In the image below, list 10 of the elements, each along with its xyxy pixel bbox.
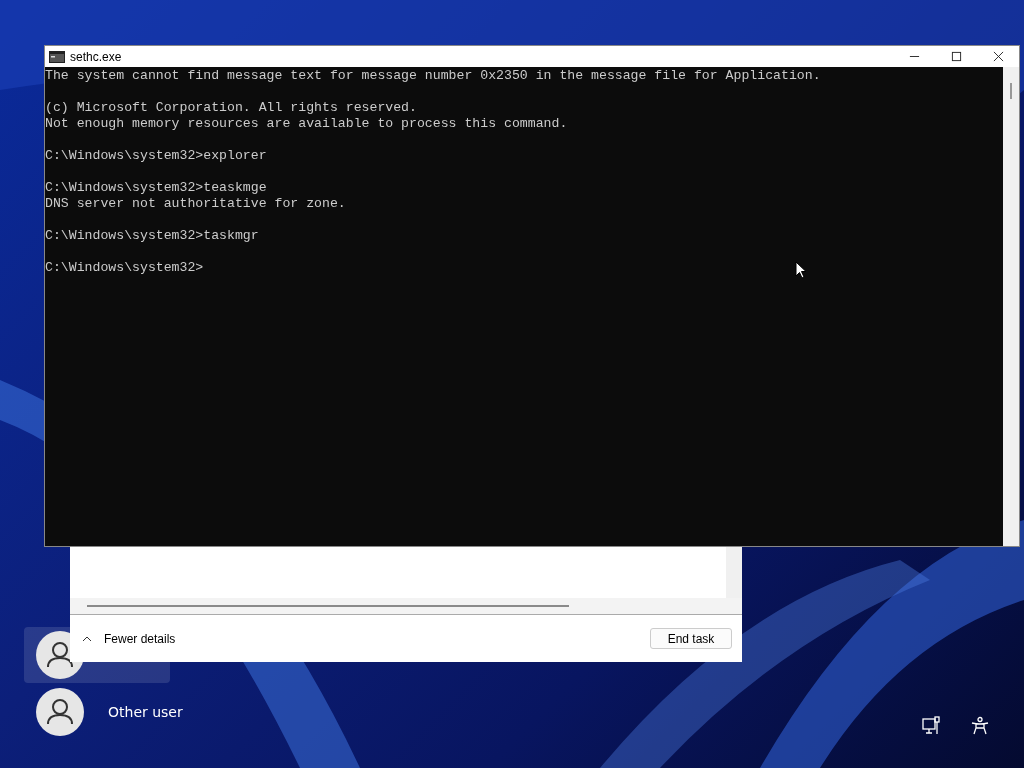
console-line: C:\Windows\system32>taskmgr: [45, 228, 259, 244]
user-name: Other user: [108, 704, 183, 720]
console-line: DNS server not authoritative for zone.: [45, 196, 346, 212]
console-line: C:\Windows\system32>explorer: [45, 148, 267, 164]
console-line: The system cannot find message text for message number 0x2350 in the message file for Application.: [45, 68, 821, 84]
console-line: C:\Windows\system32>: [45, 260, 204, 276]
console-line: Not enough memory resources are available to process this command.: [45, 116, 568, 132]
console-line: (c) Microsoft Corporation. All rights reserved.: [45, 100, 417, 116]
window-title: sethc.exe: [70, 49, 122, 64]
console-line: C:\Windows\system32>teaskmge: [45, 180, 267, 196]
